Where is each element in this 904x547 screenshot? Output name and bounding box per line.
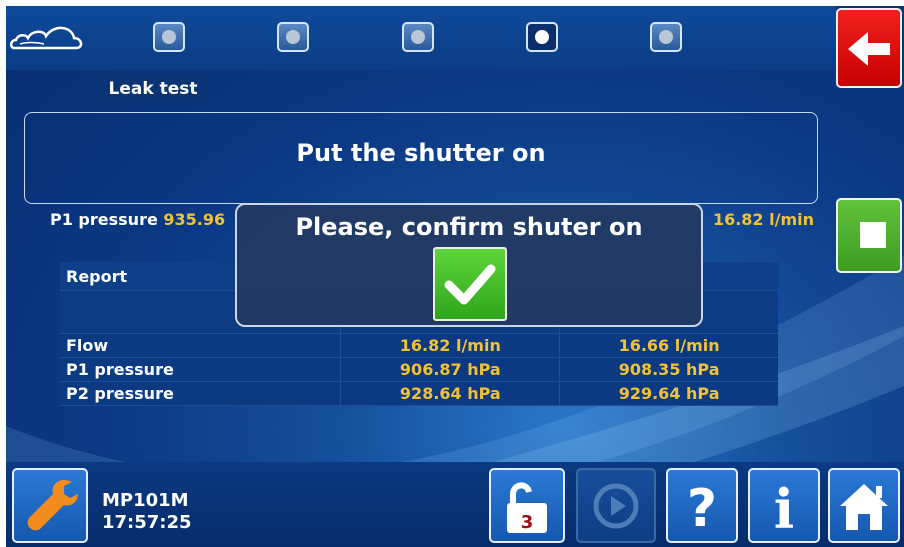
dialog-message: Please, confirm shuter on (295, 213, 643, 241)
stop-icon (860, 222, 886, 248)
step-dot (411, 30, 425, 44)
table-row: Flow 16.82 l/min 16.66 l/min (60, 333, 778, 358)
report-row-label: P1 pressure (60, 357, 341, 382)
step-dot (659, 30, 673, 44)
play-button-disabled[interactable] (576, 468, 656, 543)
instruction-box: Put the shutter on (24, 112, 818, 204)
step-indicator-1[interactable] (153, 22, 185, 52)
step-indicator-5[interactable] (650, 22, 682, 52)
step-dot (286, 30, 300, 44)
p1-pressure-label: P1 pressure (50, 210, 158, 229)
help-icon: ? (687, 479, 717, 539)
p1-pressure-readout: P1 pressure 935.96 (50, 210, 225, 229)
step-dot (535, 30, 549, 44)
stop-button[interactable] (836, 198, 902, 273)
confirm-dialog: Please, confirm shuter on (235, 203, 703, 327)
table-row: P2 pressure 928.64 hPa 929.64 hPa (60, 381, 778, 406)
wrench-icon (27, 480, 78, 531)
step-indicator-2[interactable] (277, 22, 309, 52)
step-indicator-4-active[interactable] (526, 22, 558, 52)
svg-text:?: ? (687, 479, 717, 539)
unlock-button[interactable]: 3 (489, 468, 565, 543)
instruction-text: Put the shutter on (296, 139, 546, 167)
device-name: MP101M (102, 490, 189, 511)
home-icon (840, 484, 888, 530)
svg-text:i: i (774, 477, 795, 541)
home-button[interactable] (828, 468, 900, 543)
flow-readout: 16.82 l/min (712, 210, 814, 229)
report-cell: 908.35 hPa (559, 357, 778, 382)
arrow-left-icon (848, 32, 890, 66)
help-button[interactable]: ? (666, 468, 738, 543)
report-cell: 928.64 hPa (340, 381, 560, 406)
confirm-button[interactable] (433, 247, 507, 321)
app-screen: Leak test Put the shutter on P1 pressure… (6, 6, 904, 547)
device-time: 17:57:25 (102, 512, 192, 533)
table-row: P1 pressure 906.87 hPa 908.35 hPa (60, 357, 778, 382)
report-row-label: P2 pressure (60, 381, 341, 406)
report-cell: 16.66 l/min (559, 333, 778, 358)
info-icon: i (774, 477, 795, 541)
lock-badge-number: 3 (521, 512, 534, 533)
play-icon (593, 483, 639, 529)
step-indicator-3[interactable] (402, 22, 434, 52)
top-bar (6, 6, 836, 70)
p1-pressure-value: 935.96 (163, 210, 226, 229)
back-button[interactable] (836, 8, 902, 88)
cloud-logo-icon (10, 26, 83, 50)
step-dot (162, 30, 176, 44)
settings-wrench-button[interactable] (12, 468, 88, 543)
checkmark-icon (444, 264, 496, 305)
report-cell: 16.82 l/min (340, 333, 560, 358)
info-button[interactable]: i (748, 468, 820, 543)
report-cell: 929.64 hPa (559, 381, 778, 406)
report-cell: 906.87 hPa (340, 357, 560, 382)
report-row-label: Flow (60, 333, 341, 358)
unlock-icon: 3 (507, 482, 547, 533)
screen-title: Leak test (98, 74, 208, 104)
